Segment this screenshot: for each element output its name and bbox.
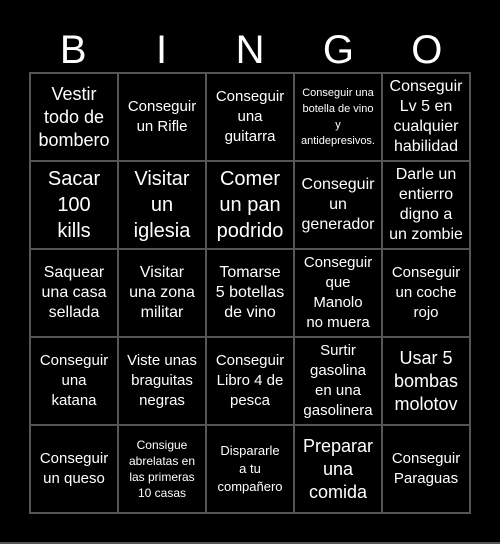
cell-text: Consigue abrelatas en las primeras 10 ca… <box>128 438 196 500</box>
bingo-cell[interactable]: Preparar una comida <box>294 425 382 513</box>
bingo-cell[interactable]: Conseguir Libro 4 de pesca <box>206 337 294 425</box>
cell-text: Conseguir un generador <box>301 176 375 233</box>
bingo-cell[interactable]: Tomarse 5 botellas de vino <box>206 249 294 337</box>
cell-text: Comer un pan podrido <box>216 168 284 242</box>
header-letter-i: I <box>156 28 168 72</box>
cell-text: Conseguir Libro 4 de pesca <box>215 352 285 409</box>
bingo-cell[interactable]: Saquear una casa sellada <box>30 249 118 337</box>
cell-text: Darle un entierro digno a un zombie <box>389 166 463 243</box>
header-letter-n: N <box>235 28 265 72</box>
bingo-board: Vestir todo de bombero Conseguir un Rifl… <box>29 72 471 514</box>
bingo-cell[interactable]: Conseguir que Manolo no muera <box>294 249 382 337</box>
bingo-cell[interactable]: Conseguir un generador <box>294 161 382 249</box>
header-letter-g: G <box>322 28 354 72</box>
cell-text: Preparar una comida <box>302 435 374 502</box>
bingo-cell[interactable]: Conseguir un coche rojo <box>382 249 470 337</box>
bingo-cell[interactable]: Conseguir una botella de vino y antidepr… <box>294 73 382 161</box>
cell-text: Visitar una zona militar <box>129 264 195 321</box>
bingo-cell[interactable]: Visitar un iglesia <box>118 161 206 249</box>
cell-text: Dispararle a tu compañero <box>217 443 283 494</box>
cell-text: Conseguir una guitarra <box>215 88 285 145</box>
bingo-cell[interactable]: Conseguir Paraguas <box>382 425 470 513</box>
bingo-cell[interactable]: Conseguir una guitarra <box>206 73 294 161</box>
bingo-cell[interactable]: Dispararle a tu compañero <box>206 425 294 513</box>
bingo-cell[interactable]: Conseguir un queso <box>30 425 118 513</box>
cell-text: Conseguir Paraguas <box>391 450 461 487</box>
bingo-cell[interactable]: Viste unas braguitas negras <box>118 337 206 425</box>
bingo-cell[interactable]: Surtir gasolina en una gasolinera <box>294 337 382 425</box>
bingo-cell[interactable]: Sacar 100 kills <box>30 161 118 249</box>
bingo-cell[interactable]: Usar 5 bombas molotov <box>382 337 470 425</box>
cell-text: Surtir gasolina en una gasolinera <box>303 342 373 419</box>
header-letter-b: B <box>59 28 87 72</box>
bingo-cell[interactable]: Consigue abrelatas en las primeras 10 ca… <box>118 425 206 513</box>
cell-text: Sacar 100 kills <box>47 168 101 242</box>
bingo-cell[interactable]: Comer un pan podrido <box>206 161 294 249</box>
cell-text: Viste unas braguitas negras <box>127 352 197 409</box>
cell-text: Conseguir una katana <box>39 352 109 409</box>
bingo-cell[interactable]: Conseguir Lv 5 en cualquier habilidad <box>382 73 470 161</box>
cell-text: Conseguir un coche rojo <box>391 264 461 321</box>
cell-text: Tomarse 5 botellas de vino <box>215 264 285 321</box>
cell-text: Visitar un iglesia <box>133 168 191 242</box>
cell-text: Conseguir Lv 5 en cualquier habilidad <box>389 78 463 155</box>
cell-text: Saquear una casa sellada <box>41 264 107 321</box>
cell-text: Conseguir que Manolo no muera <box>303 254 373 331</box>
cell-text: Vestir todo de bombero <box>38 83 110 150</box>
bingo-cell[interactable]: Conseguir una katana <box>30 337 118 425</box>
cell-text: Usar 5 bombas molotov <box>393 347 459 414</box>
cell-text: Conseguir una botella de vino y antidepr… <box>301 87 375 147</box>
bingo-cell[interactable]: Darle un entierro digno a un zombie <box>382 161 470 249</box>
bingo-header: B I N G O <box>29 30 471 70</box>
cell-text: Conseguir un Rifle <box>127 98 197 135</box>
bingo-cell[interactable]: Conseguir un Rifle <box>118 73 206 161</box>
bingo-cell[interactable]: Vestir todo de bombero <box>30 73 118 161</box>
cell-text: Conseguir un queso <box>39 450 109 487</box>
bingo-cell[interactable]: Visitar una zona militar <box>118 249 206 337</box>
header-letter-o: O <box>411 28 443 72</box>
